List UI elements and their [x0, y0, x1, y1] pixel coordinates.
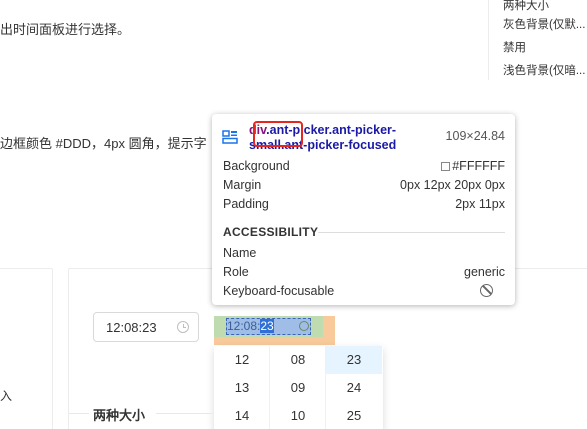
prop-row-margin: Margin 0px 12px 20px 0px — [223, 178, 505, 192]
second-column[interactable]: 23 24 25 — [326, 346, 382, 429]
toc-anchor: 两种大小 灰色背景(仅默... 禁用 浅色背景(仅暗... — [488, 0, 587, 80]
time-cell[interactable]: 12 — [214, 346, 270, 374]
toc-item-gray-bg[interactable]: 灰色背景(仅默... — [503, 16, 585, 32]
element-size: 109×24.84 — [445, 129, 505, 143]
time-picker-small-value: 12:08:23 — [227, 319, 274, 333]
time-cell[interactable]: 13 — [214, 374, 270, 402]
prop-row-background: Background #FFFFFF — [223, 159, 505, 173]
time-cell[interactable]: 25 — [326, 402, 382, 429]
acc-row-keyboard-focusable: Keyboard-focusable — [223, 284, 505, 300]
toc-item-disabled[interactable]: 禁用 — [503, 39, 526, 55]
toc-item-light-bg[interactable]: 浅色背景(仅暗... — [503, 62, 585, 78]
divider — [156, 413, 212, 414]
clock-icon-small — [299, 321, 309, 331]
accessibility-title: ACCESSIBILITY — [223, 225, 319, 239]
hour-column[interactable]: 12 13 14 — [214, 346, 270, 429]
time-picker-default[interactable]: 12:08:23 — [93, 312, 199, 342]
clock-icon — [177, 321, 189, 333]
not-allowed-icon — [480, 284, 493, 297]
time-cell[interactable]: 09 — [270, 374, 326, 402]
time-cell[interactable]: 14 — [214, 402, 270, 429]
time-cell-selected[interactable]: 23 — [326, 346, 382, 374]
color-swatch — [441, 162, 451, 171]
doc-paragraph-2: 边框颜色 #DDD，4px 圆角，提示字 — [0, 136, 207, 151]
section-title-sizes: 两种大小 — [93, 408, 146, 423]
card-edge-text: 入 — [0, 389, 13, 403]
acc-row-role: Role generic — [223, 265, 505, 279]
divider — [69, 413, 89, 414]
time-cell[interactable]: 10 — [270, 402, 326, 429]
prop-row-padding: Padding 2px 11px — [223, 197, 505, 211]
time-cell[interactable]: 08 — [270, 346, 326, 374]
annotation-highlight-box — [253, 121, 303, 147]
time-cell[interactable]: 24 — [326, 374, 382, 402]
doc-paragraph-1: 出时间面板进行选择。 — [0, 22, 131, 37]
divider — [318, 232, 505, 233]
demo-card-left — [0, 268, 53, 429]
time-panel-dropdown: 12 13 14 08 09 10 23 24 25 — [214, 346, 383, 429]
acc-row-name: Name — [223, 246, 257, 260]
time-picker-value: 12:08:23 — [106, 320, 157, 335]
minute-column[interactable]: 08 09 10 — [270, 346, 326, 429]
toc-item-sizes[interactable]: 两种大小 — [503, 0, 549, 13]
layout-icon — [222, 130, 238, 144]
